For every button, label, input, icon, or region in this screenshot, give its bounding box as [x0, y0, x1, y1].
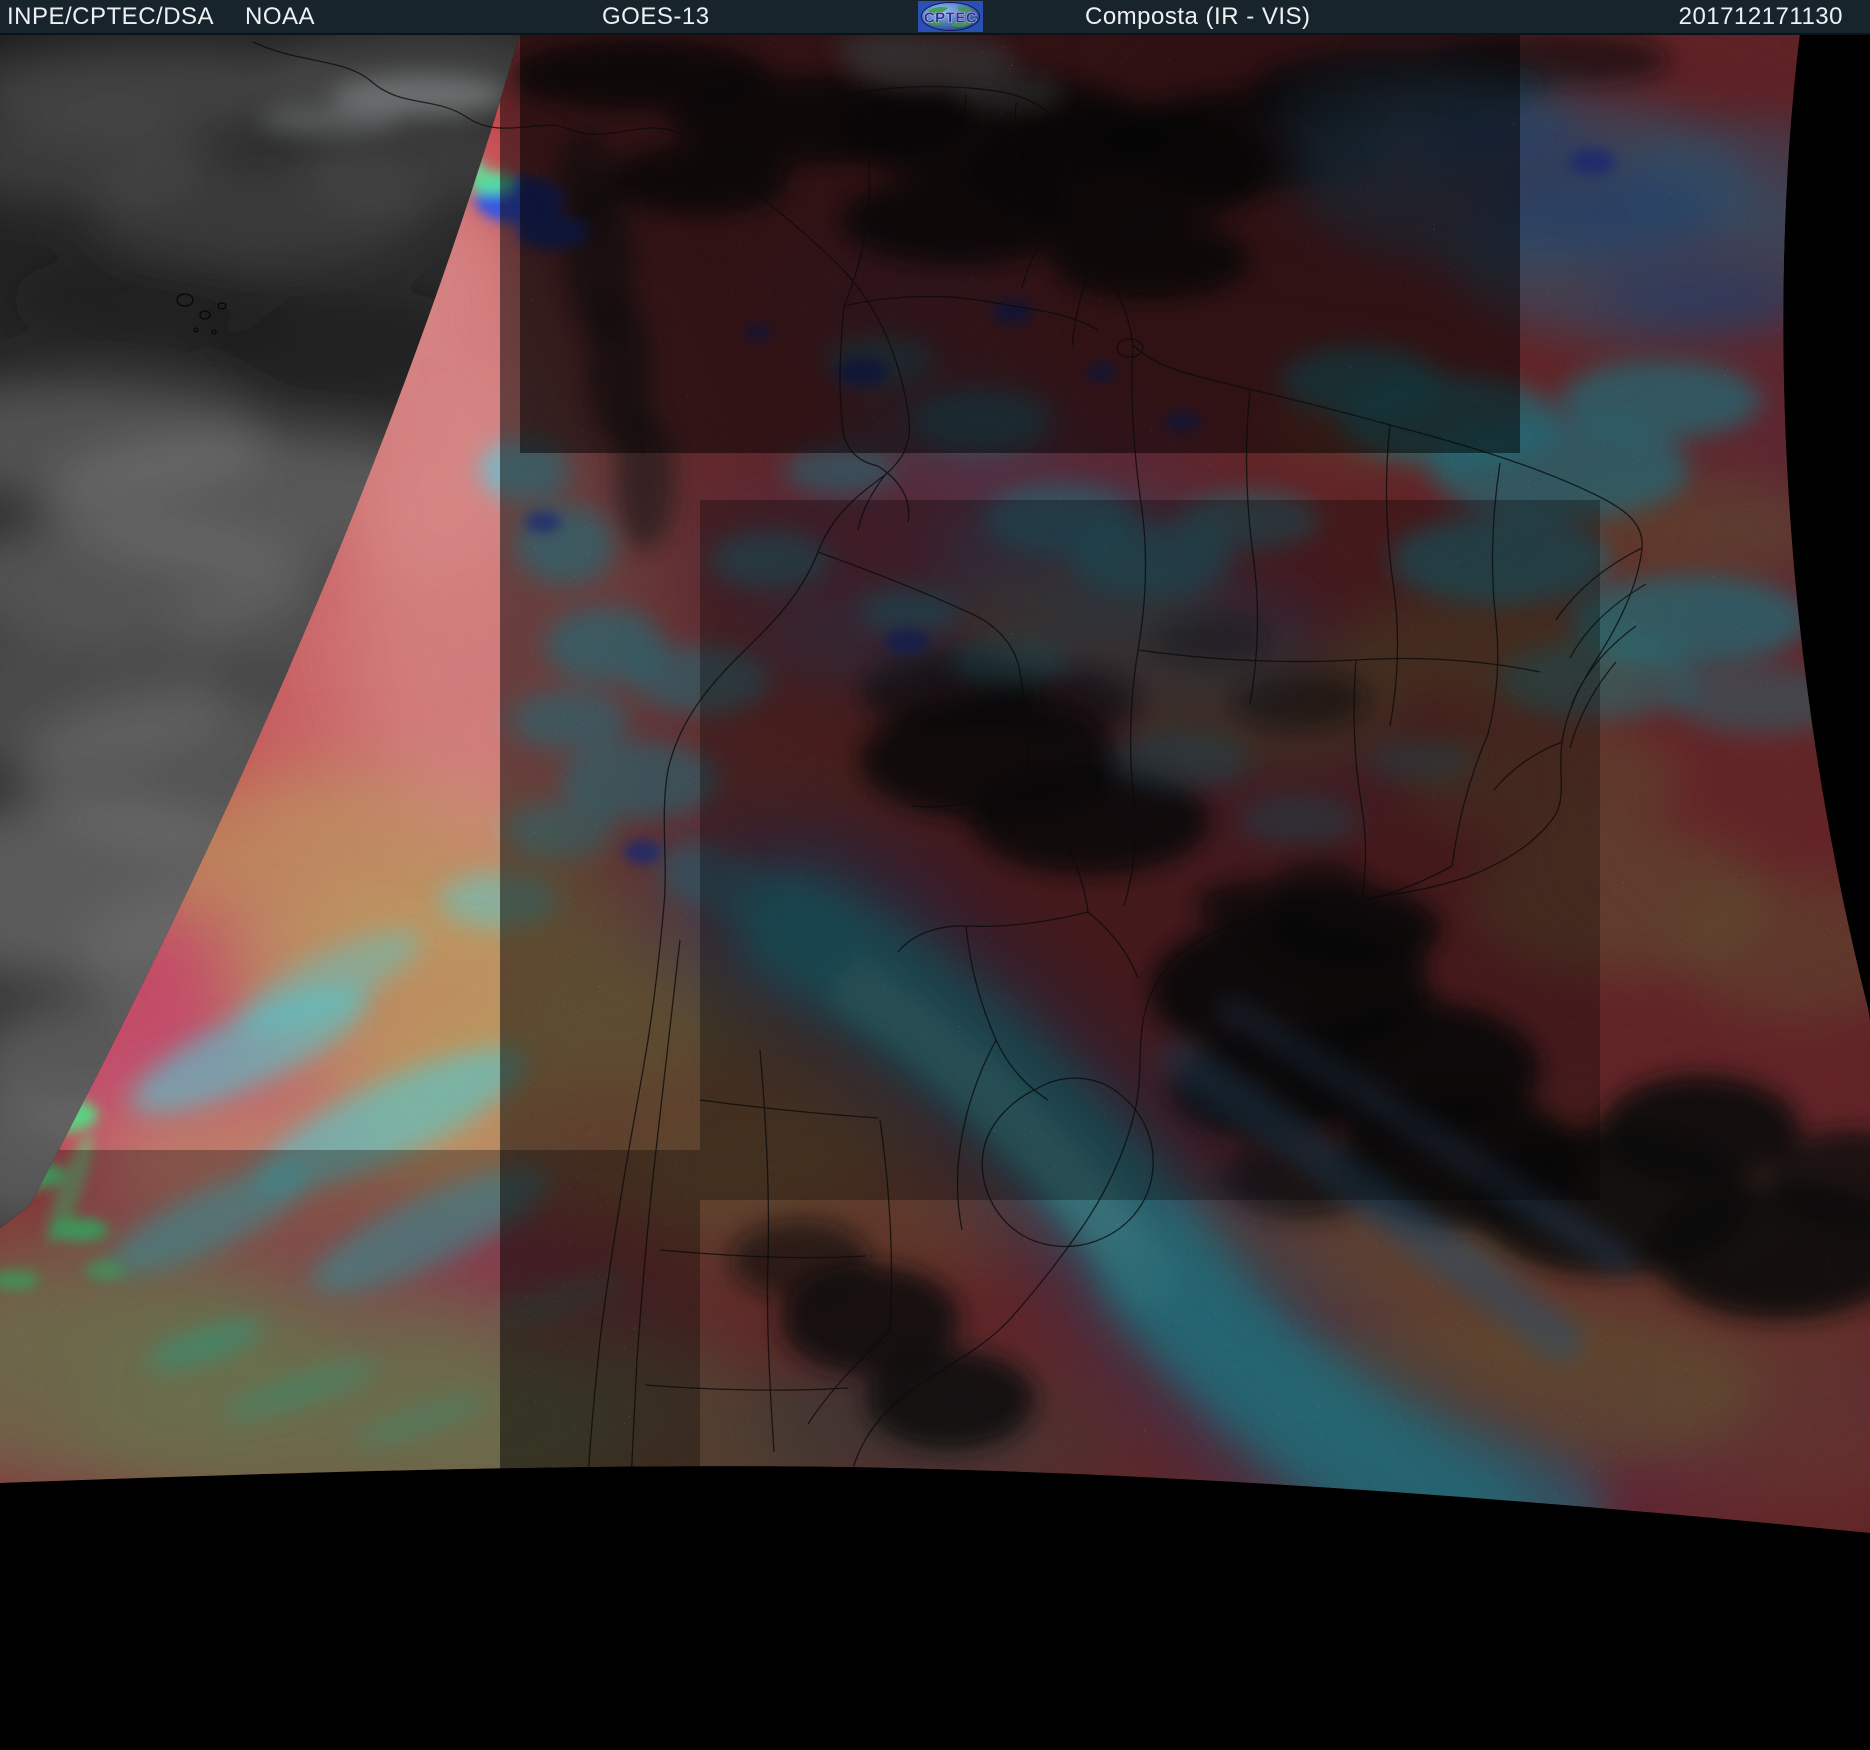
satellite-label: GOES-13	[602, 3, 710, 30]
satellite-product-image: INPE/CPTEC/DSA NOAA GOES-13 Composta (IR…	[0, 0, 1870, 1750]
title-bar: INPE/CPTEC/DSA NOAA GOES-13 Composta (IR…	[0, 0, 1870, 35]
noaa-label: NOAA	[245, 3, 316, 30]
product-label: Composta (IR - VIS)	[1085, 3, 1311, 30]
timestamp-label: 201712171130	[1678, 3, 1843, 30]
cptec-globe-logo: CPTEC	[918, 1, 983, 32]
agency-label: INPE/CPTEC/DSA	[7, 3, 215, 30]
satellite-scene	[0, 0, 1870, 1750]
logo-text: CPTEC	[924, 10, 977, 27]
